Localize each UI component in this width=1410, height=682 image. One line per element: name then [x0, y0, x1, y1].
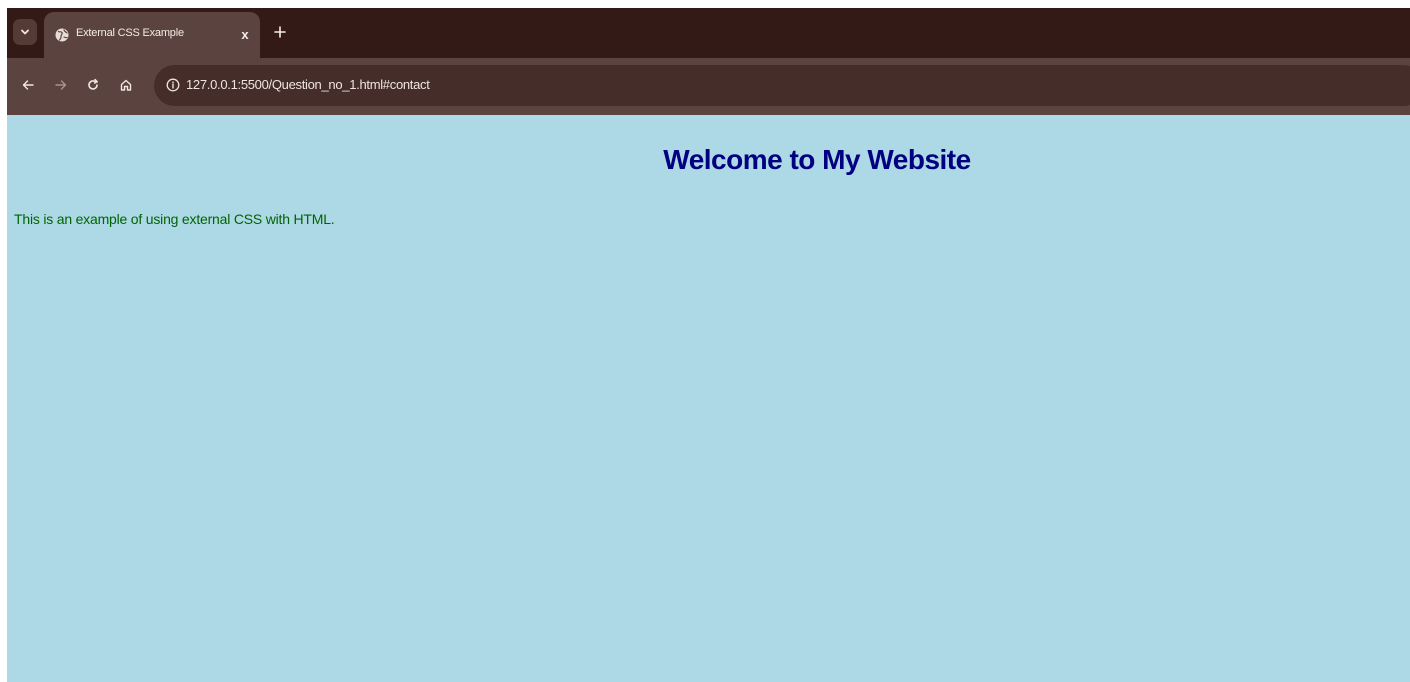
browser-window: External CSS Example x 127.0.0.1:5500/Qu…	[7, 8, 1410, 682]
page-heading: Welcome to My Website	[663, 144, 971, 175]
info-icon[interactable]	[166, 78, 180, 92]
plus-icon	[274, 26, 286, 38]
tab-strip: External CSS Example x	[7, 8, 1410, 58]
forward-button[interactable]	[51, 75, 71, 95]
tab-title: External CSS Example	[76, 27, 184, 39]
browser-toolbar: 127.0.0.1:5500/Question_no_1.html#contac…	[7, 58, 1410, 115]
new-tab-button[interactable]	[269, 21, 291, 43]
page-paragraph: This is an example of using external CSS…	[14, 211, 335, 227]
arrow-left-icon	[22, 80, 34, 90]
home-button[interactable]	[116, 75, 136, 95]
back-button[interactable]	[18, 75, 38, 95]
reload-icon	[88, 78, 98, 90]
reload-button[interactable]	[83, 75, 103, 95]
address-bar[interactable]: 127.0.0.1:5500/Question_no_1.html#contac…	[154, 65, 1410, 106]
close-icon: x	[241, 26, 249, 42]
arrow-right-icon	[55, 80, 67, 90]
globe-icon	[55, 28, 69, 42]
home-icon	[120, 79, 132, 91]
tab-close-button[interactable]: x	[236, 25, 254, 43]
url-text[interactable]: 127.0.0.1:5500/Question_no_1.html#contac…	[186, 77, 430, 92]
tab-active[interactable]: External CSS Example x	[44, 12, 260, 58]
page-content: Welcome to My Website This is an example…	[7, 115, 1410, 682]
tab-list-button[interactable]	[13, 19, 37, 45]
chevron-down-icon	[21, 29, 29, 35]
